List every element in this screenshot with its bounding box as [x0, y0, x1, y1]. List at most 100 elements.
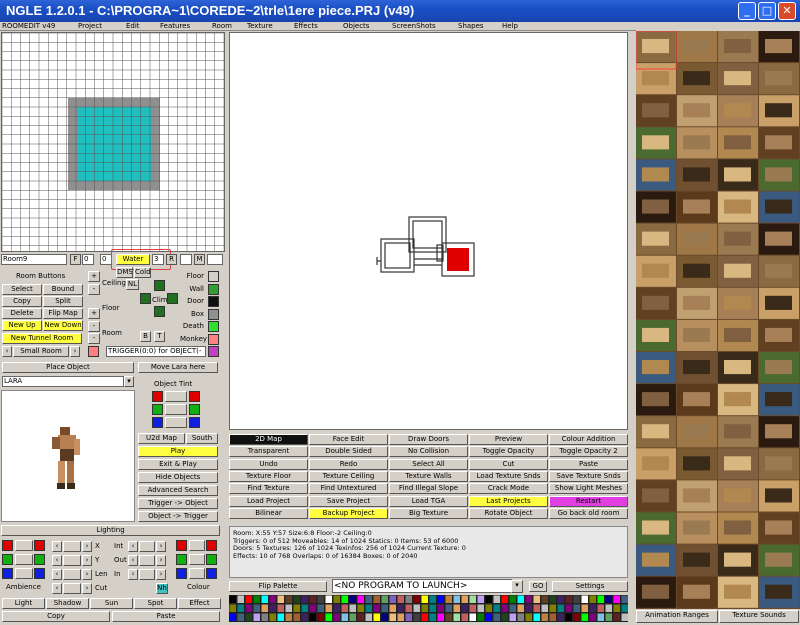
transparent-button[interactable]: Transparent — [229, 446, 308, 458]
light-swatch-10[interactable] — [176, 568, 187, 579]
big-texture-button[interactable]: Big Texture — [389, 507, 468, 519]
tint-swatch-0[interactable] — [152, 391, 163, 402]
restart-button[interactable]: Restart — [549, 495, 628, 507]
cut-button[interactable]: Cut — [469, 458, 548, 470]
find-texture-button[interactable]: Find Texture — [229, 483, 308, 495]
play-button[interactable]: Play — [138, 446, 218, 457]
south-button[interactable]: South — [186, 433, 218, 444]
u2d-map-button[interactable]: U2d Map — [138, 433, 185, 444]
light-inc-left-3[interactable]: › — [82, 583, 92, 594]
new-tunnel-room-button[interactable]: New Tunnel Room — [2, 333, 82, 344]
magenta-swatch[interactable] — [208, 346, 219, 357]
settings-button[interactable]: Settings — [552, 581, 628, 592]
select-all-button[interactable]: Select All — [389, 458, 468, 470]
menu-shapes[interactable]: Shapes — [458, 22, 484, 30]
nl-button[interactable]: NL — [126, 279, 139, 290]
program-select[interactable]: <NO PROGRAM TO LAUNCH> — [332, 579, 512, 593]
hide-objects-button[interactable]: Hide Objects — [138, 472, 218, 483]
new-up-button[interactable]: New Up — [2, 320, 42, 331]
load-tga-button[interactable]: Load TGA — [389, 495, 468, 507]
ambience-slider-0[interactable] — [15, 540, 33, 551]
copy-button[interactable]: Copy — [2, 296, 42, 307]
t-button[interactable]: T — [154, 331, 165, 342]
2d-map-button[interactable]: 2D Map — [229, 434, 308, 445]
close-button[interactable]: ✕ — [778, 2, 796, 20]
light-dec-left-2[interactable]: ‹ — [52, 569, 62, 580]
menu-project[interactable]: Project — [78, 22, 102, 30]
b-button[interactable]: B — [140, 331, 151, 342]
light-value-left-0[interactable] — [63, 541, 81, 552]
light-dec-left-1[interactable]: ‹ — [52, 555, 62, 566]
menu-room[interactable]: Room — [212, 22, 232, 30]
menu-help[interactable]: Help — [502, 22, 518, 30]
light-swatch-0[interactable] — [2, 540, 13, 551]
toggle-opacity-button[interactable]: Toggle Opacity — [469, 446, 548, 458]
r-label[interactable]: R — [166, 254, 177, 265]
plus-button-1[interactable]: + — [88, 271, 100, 282]
object-trigger-button[interactable]: Object -> Trigger — [138, 511, 218, 522]
light-value-left-1[interactable] — [63, 555, 81, 566]
light-swatch-9[interactable] — [206, 554, 217, 565]
load-project-button[interactable]: Load Project — [229, 495, 308, 507]
menu-effects[interactable]: Effects — [294, 22, 318, 30]
delete-button[interactable]: Delete — [2, 308, 42, 319]
colour-slider-2[interactable] — [189, 568, 205, 579]
flip-palette-button[interactable]: Flip Palette — [229, 581, 327, 592]
light-inc-right-1[interactable]: › — [156, 555, 166, 566]
redo-button[interactable]: Redo — [309, 458, 388, 470]
find-untextured-button[interactable]: Find Untextured — [309, 483, 388, 495]
selected-room[interactable] — [447, 248, 469, 271]
trigger-object-button[interactable]: Trigger -> Object — [138, 498, 218, 509]
tint-swatch-3[interactable] — [189, 404, 200, 415]
menu-texture[interactable]: Texture — [247, 22, 273, 30]
light-button[interactable]: Light — [2, 598, 45, 609]
small-room-button[interactable]: Small Room — [13, 346, 69, 357]
find-illegal-slope-button[interactable]: Find Illegal Slope — [389, 483, 468, 495]
crack-mode-button[interactable]: Crack Mode — [469, 483, 548, 495]
toggle-opacity-2-button[interactable]: Toggle Opacity 2 — [549, 446, 628, 458]
light-value-left-3[interactable] — [63, 583, 81, 594]
tint-swatch-1[interactable] — [189, 391, 200, 402]
save-texture-snds-button[interactable]: Save Texture Snds — [549, 470, 628, 482]
small-room-left-arrow[interactable]: ‹ — [2, 346, 12, 357]
last-projects-button[interactable]: Last Projects — [469, 495, 548, 507]
save-project-button[interactable]: Save Project — [309, 495, 388, 507]
light-inc-left-0[interactable]: › — [82, 541, 92, 552]
ambience-slider-1[interactable] — [15, 554, 33, 565]
exit-play-button[interactable]: Exit & Play — [138, 459, 218, 470]
light-swatch-7[interactable] — [206, 540, 217, 551]
face-edit-button[interactable]: Face Edit — [309, 434, 388, 445]
light-dec-left-3[interactable]: ‹ — [52, 583, 62, 594]
light-inc-left-1[interactable]: › — [82, 555, 92, 566]
light-inc-right-2[interactable]: › — [156, 569, 166, 580]
light-paste-button[interactable]: Paste — [112, 611, 220, 622]
minus-button-2[interactable]: - — [88, 321, 100, 332]
f-value[interactable]: 0 — [82, 254, 94, 265]
light-dec-right-0[interactable]: ‹ — [128, 541, 138, 552]
menu-features[interactable]: Features — [160, 22, 190, 30]
menu-objects[interactable]: Objects — [343, 22, 369, 30]
tint-slider-0[interactable] — [165, 391, 187, 402]
minus-button-3[interactable]: - — [88, 333, 100, 344]
minus-button-1[interactable]: - — [88, 284, 100, 295]
minimize-button[interactable]: _ — [738, 2, 756, 20]
no-collision-button[interactable]: No Collision — [389, 446, 468, 458]
new-down-button[interactable]: New Down — [43, 320, 83, 331]
light-value-right-2[interactable] — [139, 569, 155, 580]
draw-doors-button[interactable]: Draw Doors — [389, 434, 468, 445]
flip-map-button[interactable]: Flip Map — [43, 308, 83, 319]
spot-button[interactable]: Spot — [134, 598, 177, 609]
room-grid[interactable] — [1, 32, 225, 256]
effect-button[interactable]: Effect — [178, 598, 221, 609]
legend-swatch-death[interactable] — [208, 321, 219, 332]
light-value-right-0[interactable] — [139, 541, 155, 552]
cold-button[interactable]: Cold — [134, 267, 151, 278]
object-select-arrow[interactable]: ▾ — [124, 376, 134, 387]
room-wireframe[interactable] — [230, 33, 627, 429]
light-swatch-11[interactable] — [206, 568, 217, 579]
light-swatch-6[interactable] — [176, 540, 187, 551]
place-object-button[interactable]: Place Object — [2, 362, 134, 373]
go-back-old-room-button[interactable]: Go back old room — [549, 507, 628, 519]
color-palette[interactable] — [228, 594, 629, 623]
colour-slider-0[interactable] — [189, 540, 205, 551]
